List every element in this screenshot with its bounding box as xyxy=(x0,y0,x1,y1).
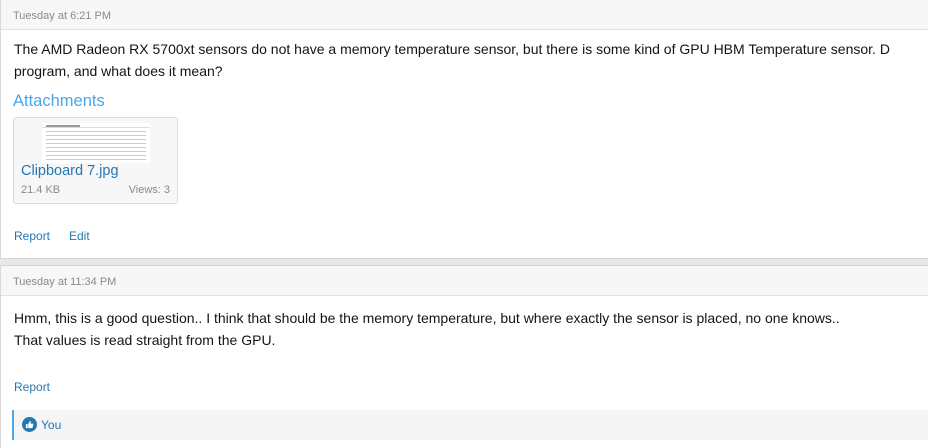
post-timestamp[interactable]: Tuesday at 11:34 PM xyxy=(13,276,116,288)
post-body-line: Hmm, this is a good question.. I think t… xyxy=(14,310,840,326)
post-timestamp[interactable]: Tuesday at 6:21 PM xyxy=(13,10,111,22)
edit-link[interactable]: Edit xyxy=(69,229,90,243)
reactions-bar[interactable]: You xyxy=(12,410,928,440)
message-post: Tuesday at 6:21 PM The AMD Radeon RX 570… xyxy=(0,0,928,260)
attachment-file-size: 21.4 KB xyxy=(21,184,61,196)
report-link[interactable]: Report xyxy=(14,380,50,394)
post-separator xyxy=(0,258,928,266)
post-header: Tuesday at 6:21 PM xyxy=(1,0,928,30)
post-body-line: program, and what does it mean? xyxy=(14,63,223,79)
report-link[interactable]: Report xyxy=(14,229,50,243)
attachment-file-name[interactable]: Clipboard 7.jpg xyxy=(21,163,119,179)
attachment-card[interactable]: Clipboard 7.jpg 21.4 KB Views: 3 xyxy=(13,117,178,204)
post-body-line: The AMD Radeon RX 5700xt sensors do not … xyxy=(14,41,890,57)
attachments-heading: Attachments xyxy=(13,92,105,110)
attachment-view-count: Views: 3 xyxy=(128,184,170,196)
attachment-thumbnail[interactable] xyxy=(42,123,150,163)
like-icon xyxy=(22,417,37,432)
post-header: Tuesday at 11:34 PM xyxy=(1,266,928,296)
message-post: Tuesday at 11:34 PM Hmm, this is a good … xyxy=(0,266,928,448)
reaction-users[interactable]: You xyxy=(41,418,61,432)
post-body-line: That values is read straight from the GP… xyxy=(14,332,276,348)
